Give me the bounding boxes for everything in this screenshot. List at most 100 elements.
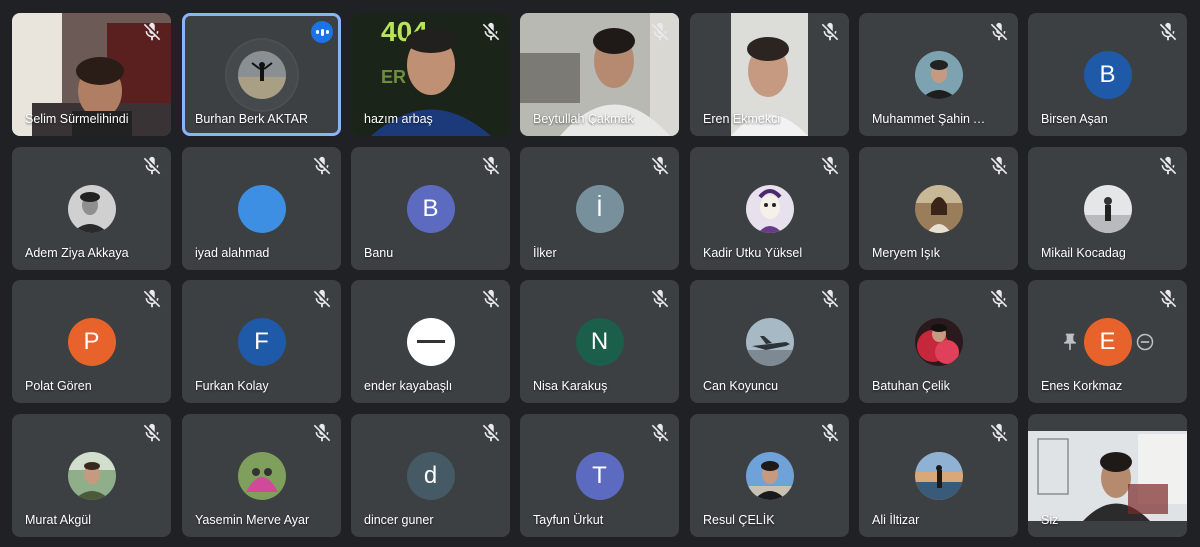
participant-tile-ali-i-ltizar[interactable]: Ali İltizar [859, 414, 1018, 537]
participant-name: Resul ÇELİK [703, 513, 775, 527]
participant-tile-adem-ziya-akkaya[interactable]: Adem Ziya Akkaya [12, 147, 171, 270]
participant-tile-mikail-kocadag[interactable]: Mikail Kocadag [1028, 147, 1187, 270]
participant-tile-birsen-asan[interactable]: B Birsen Aşan [1028, 13, 1187, 136]
participant-tile-tayfun-urkut[interactable]: T Tayfun Ürkut [520, 414, 679, 537]
participant-tile-eren-ekmekci[interactable]: Eren Ekmekci [690, 13, 849, 136]
participant-tile-dincer-guner[interactable]: d dincer guner [351, 414, 510, 537]
avatar [745, 317, 794, 366]
participant-grid: Selim Sürmelihindi Burhan Berk AKTAR 404 … [0, 0, 1200, 547]
avatar: İ [575, 184, 624, 233]
participant-name: Polat Gören [25, 379, 92, 393]
mic-off-icon [141, 288, 163, 310]
participant-tile-kadir-utku-yuksel[interactable]: Kadir Utku Yüksel [690, 147, 849, 270]
mic-off-icon [649, 288, 671, 310]
participant-tile-furkan-kolay[interactable]: F Furkan Kolay [182, 280, 341, 403]
avatar [67, 184, 116, 233]
avatar: P [67, 317, 116, 366]
participant-name: Yasemin Merve Ayar [195, 513, 310, 527]
mic-off-icon [141, 21, 163, 43]
participant-name: Nisa Karakuş [533, 379, 608, 393]
speaking-indicator-icon [311, 21, 333, 43]
participant-name: Siz [1041, 513, 1059, 527]
mic-off-icon [311, 155, 333, 177]
avatar [914, 317, 963, 366]
participant-tile-nisa-karakus[interactable]: N Nisa Karakuş [520, 280, 679, 403]
participant-name: İlker [533, 246, 557, 260]
participant-name: Beytullah Çakmak [533, 112, 634, 126]
avatar: N [575, 317, 624, 366]
participant-tile-siz[interactable]: Siz [1028, 414, 1187, 537]
mic-off-icon [988, 155, 1010, 177]
participant-tile-can-koyuncu[interactable]: Can Koyuncu [690, 280, 849, 403]
participant-name: Muhammet Şahin Adi... [872, 112, 988, 126]
participant-name: Banu [364, 246, 394, 260]
participant-tile-yasemin-merve-ayar[interactable]: Yasemin Merve Ayar [182, 414, 341, 537]
avatar [1083, 184, 1132, 233]
participant-name: Tayfun Ürkut [533, 513, 604, 527]
mic-off-icon [819, 422, 841, 444]
participant-tile-murat-akgul[interactable]: Murat Akgül [12, 414, 171, 537]
avatar [745, 184, 794, 233]
mic-off-icon [480, 21, 502, 43]
mic-off-icon [311, 288, 333, 310]
mic-off-icon [988, 21, 1010, 43]
participant-name: Burhan Berk AKTAR [195, 112, 309, 126]
avatar [237, 50, 286, 99]
participant-tile-banu[interactable]: B Banu [351, 147, 510, 270]
mic-off-icon [141, 422, 163, 444]
participant-tile-batuhan-celik[interactable]: Batuhan Çelik [859, 280, 1018, 403]
mic-off-icon [141, 155, 163, 177]
avatar: B [406, 184, 455, 233]
participant-name: iyad alahmad [195, 246, 270, 260]
avatar [237, 451, 286, 500]
avatar: d [406, 451, 455, 500]
avatar [406, 317, 455, 366]
participant-tile-hazim-arbas[interactable]: 404 ER R hazım arbaş [351, 13, 510, 136]
participant-name: ender kayabaşlı [364, 379, 453, 393]
avatar: E [1083, 317, 1132, 366]
participant-tile-i-lker[interactable]: İ İlker [520, 147, 679, 270]
participant-tile-beytullah-cakmak[interactable]: Beytullah Çakmak [520, 13, 679, 136]
mic-off-icon [1157, 288, 1179, 310]
mic-off-icon [649, 21, 671, 43]
mic-off-icon [649, 422, 671, 444]
participant-name: Meryem Işık [872, 246, 941, 260]
avatar: T [575, 451, 624, 500]
participant-tile-enes-korkmaz[interactable]: E Enes Korkmaz [1028, 280, 1187, 403]
participant-name: Can Koyuncu [703, 379, 779, 393]
mic-off-icon [988, 288, 1010, 310]
participant-name: Ali İltizar [872, 513, 920, 527]
participant-name: Murat Akgül [25, 513, 92, 527]
participant-tile-muhammet-sahin-adi[interactable]: Muhammet Şahin Adi... [859, 13, 1018, 136]
participant-tile-ender-kayabasli[interactable]: ender kayabaşlı [351, 280, 510, 403]
mic-off-icon [819, 21, 841, 43]
participant-name: Birsen Aşan [1041, 112, 1108, 126]
mic-off-icon [649, 155, 671, 177]
participant-tile-resul-celi-k[interactable]: Resul ÇELİK [690, 414, 849, 537]
mic-off-icon [480, 422, 502, 444]
pin-icon[interactable] [1060, 332, 1080, 352]
avatar [914, 184, 963, 233]
participant-tile-meryem-isik[interactable]: Meryem Işık [859, 147, 1018, 270]
mic-off-icon [819, 155, 841, 177]
avatar [914, 451, 963, 500]
participant-name: Batuhan Çelik [872, 379, 950, 393]
mic-off-icon [480, 155, 502, 177]
avatar: B [1083, 50, 1132, 99]
mic-off-icon [1157, 155, 1179, 177]
remove-icon[interactable] [1135, 332, 1155, 352]
participant-tile-selim-surmelihindi[interactable]: Selim Sürmelihindi [12, 13, 171, 136]
participant-name: dincer guner [364, 513, 434, 527]
participant-name: Adem Ziya Akkaya [25, 246, 129, 260]
mic-off-icon [819, 288, 841, 310]
participant-name: Enes Korkmaz [1041, 379, 1123, 393]
mic-off-icon [988, 422, 1010, 444]
participant-tile-polat-goren[interactable]: P Polat Gören [12, 280, 171, 403]
mic-off-icon [1157, 21, 1179, 43]
participant-name: Kadir Utku Yüksel [703, 246, 803, 260]
participant-tile-iyad-alahmad[interactable]: iyad alahmad [182, 147, 341, 270]
avatar [745, 451, 794, 500]
participant-name: Eren Ekmekci [703, 112, 781, 126]
participant-tile-burhan-berk-aktar[interactable]: Burhan Berk AKTAR [182, 13, 341, 136]
avatar [237, 184, 286, 233]
